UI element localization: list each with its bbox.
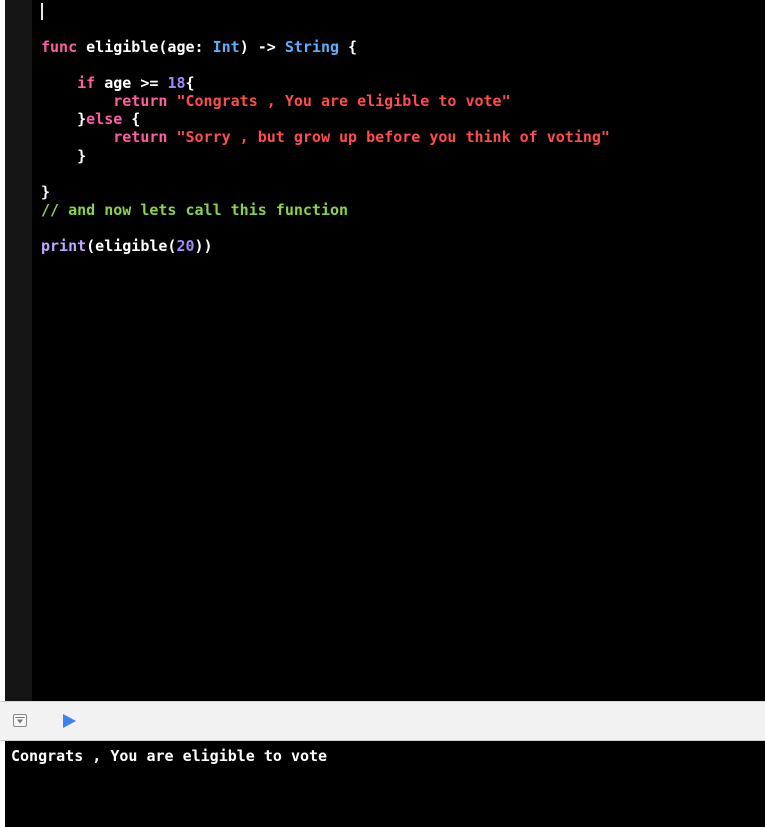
code-line: // and now lets call this function [41,201,610,219]
code-token: return [113,92,168,111]
source-code[interactable]: func eligible(age: Int) -> String { if a… [41,38,610,255]
console-area: Congrats , You are eligible to vote [5,741,765,827]
code-editor[interactable]: func eligible(age: Int) -> String { if a… [5,0,765,701]
code-token: else [86,110,123,129]
text-caret [41,3,43,20]
code-line: print(eligible(20)) [41,237,610,255]
run-button[interactable] [60,712,78,730]
code-token: age >= [95,74,168,93]
code-token: 20 [176,237,195,256]
code-line: if age >= 18{ [41,74,610,92]
console-toggle-icon [15,717,25,724]
code-line: return "Congrats , You are eligible to v… [41,92,610,110]
code-token: // and now lets call this function [41,200,349,219]
code-token: "Congrats , You are eligible to vote" [176,92,511,111]
code-token: "Sorry , but grow up before you think of… [176,128,610,147]
code-line: }else { [41,110,610,128]
console-toggle-button[interactable] [13,714,27,727]
code-token: (eligible( [86,237,177,256]
code-token: } [41,146,87,165]
code-line: func eligible(age: Int) -> String { [41,38,610,56]
debug-bar [0,701,765,741]
code-token: { [185,74,195,93]
code-token: eligible(age: [77,38,213,56]
code-token: String [284,38,340,56]
code-token: ) -> [239,38,285,56]
code-token: func [41,38,78,56]
console-output: Congrats , You are eligible to vote [11,747,328,765]
code-token: if [77,74,96,93]
play-icon [63,714,76,728]
line-gutter [5,0,32,701]
code-line: return "Sorry , but grow up before you t… [41,128,610,146]
code-token: 18 [167,74,186,93]
code-token: } [41,110,87,129]
code-token: { [339,38,358,56]
code-token: )) [194,237,213,256]
code-token: Int [212,38,240,56]
code-token: { [122,110,141,129]
playground-window: func eligible(age: Int) -> String { if a… [0,0,765,827]
code-token: return [113,128,168,147]
code-line: } [41,183,610,201]
code-token: print [41,237,87,256]
code-token: } [41,182,51,201]
code-line: } [41,147,610,165]
